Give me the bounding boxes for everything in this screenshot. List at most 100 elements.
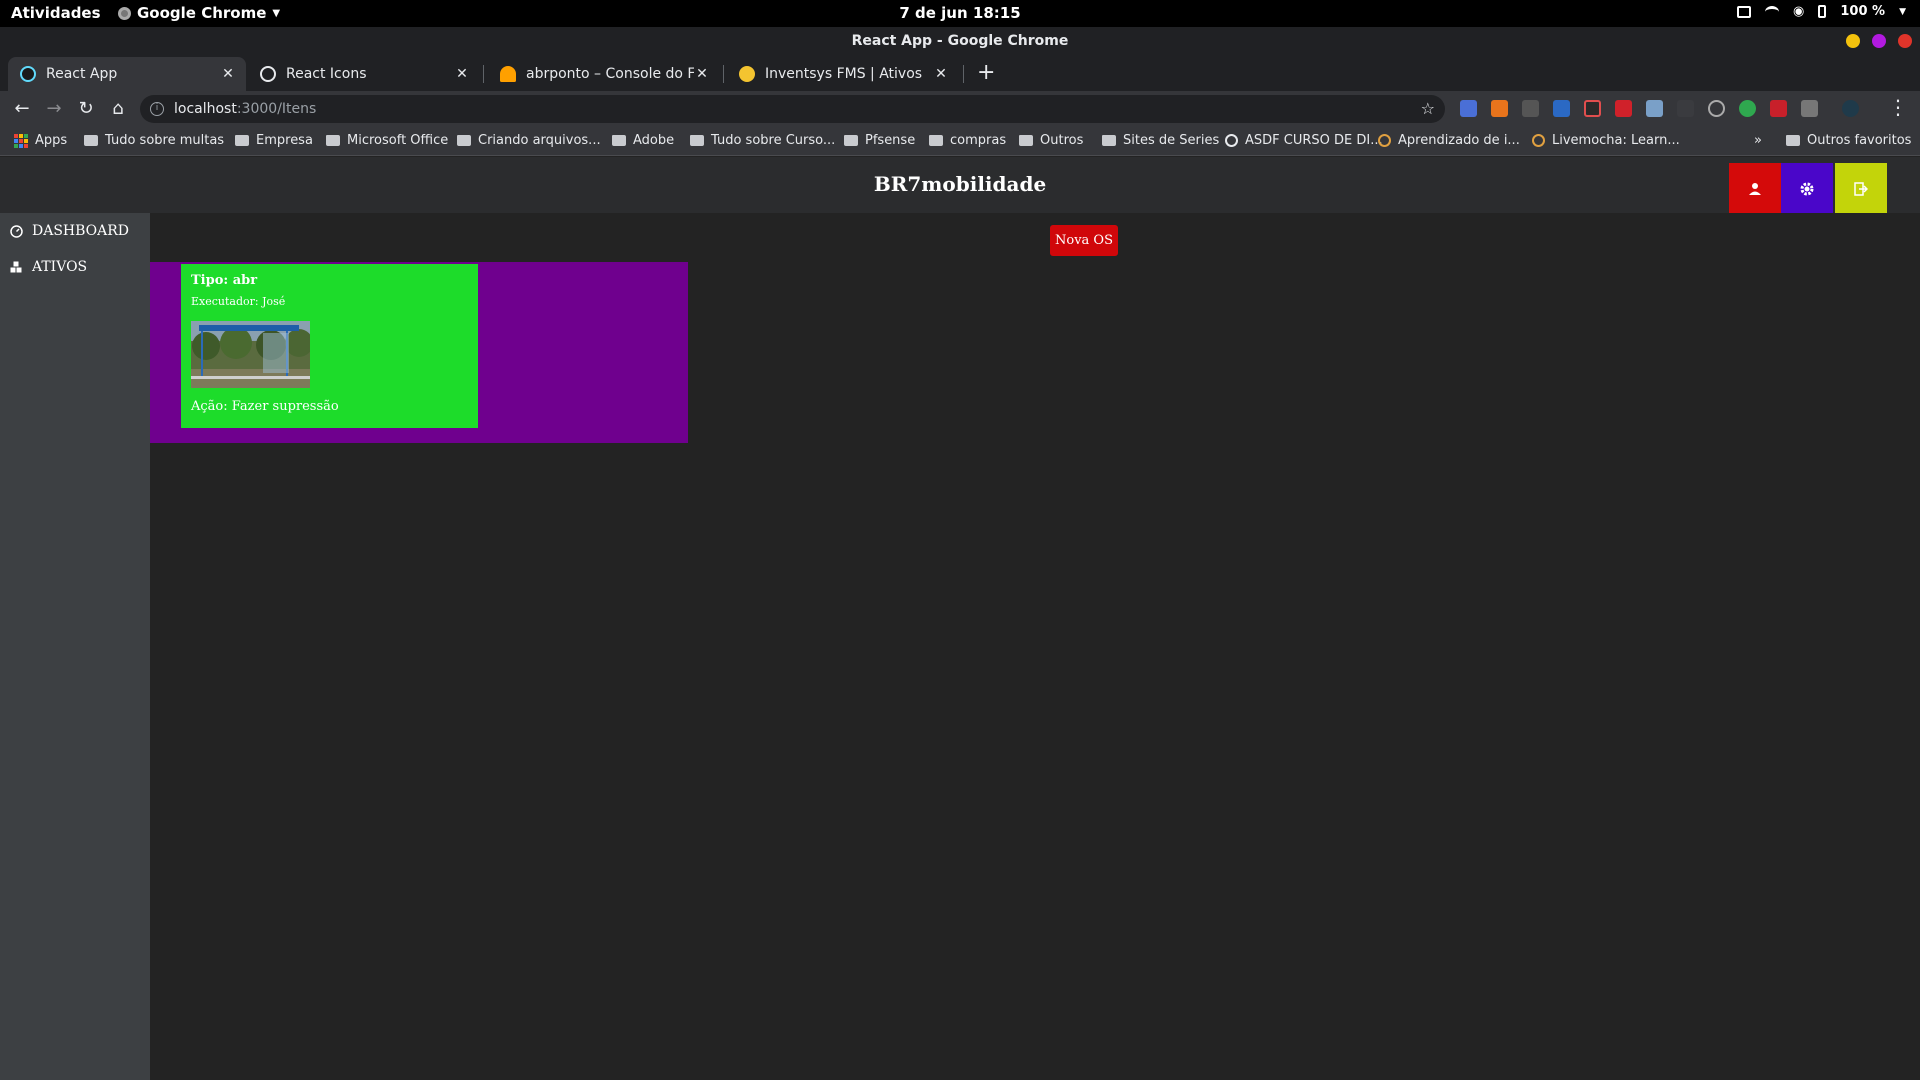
chevron-down-icon: ▼ [1899,6,1906,17]
sidebar: DASHBOARD ATIVOS [0,213,150,1080]
extension-icon[interactable] [1553,100,1570,117]
minimize-button[interactable] [1846,34,1860,48]
bookmark-link[interactable]: ASDF CURSO DE DI... [1225,133,1383,148]
app-menu-label: Google Chrome [137,4,267,22]
adblock-icon[interactable] [1615,100,1632,117]
bookmark-folder[interactable]: Microsoft Office [326,133,448,148]
folder-icon [326,135,340,146]
extension-icon[interactable] [1708,100,1725,117]
folder-icon [235,135,249,146]
info-icon[interactable]: i [150,102,164,116]
extension-icon[interactable] [1739,100,1756,117]
battery-level: 100 % [1840,4,1886,19]
bookmark-label: Sites de Series [1123,133,1220,148]
activities-button[interactable]: Atividades [11,4,101,22]
card-executor: Executador: José [191,295,286,308]
user-icon [1749,182,1761,195]
globe-icon [1225,134,1238,147]
bookmark-folder[interactable]: Empresa [235,133,313,148]
dashboard-icon [10,224,23,238]
folder-icon [612,135,626,146]
gear-icon [1800,182,1814,195]
tab-separator [723,65,724,83]
extension-icon[interactable] [1770,100,1787,117]
forward-button[interactable]: → [42,97,66,121]
extension-icon[interactable] [1584,100,1601,117]
close-window-button[interactable] [1898,34,1912,48]
new-tab-button[interactable]: + [977,60,995,86]
tab-react-icons[interactable]: React Icons ✕ [248,57,480,91]
download-extension-icon[interactable] [1491,100,1508,117]
chrome-menu-button[interactable]: ⋮ [1888,95,1908,119]
extension-icon[interactable] [1677,100,1694,117]
reload-button[interactable]: ↻ [74,97,98,121]
logout-button[interactable] [1835,163,1887,214]
tab-strip: React App ✕ React Icons ✕ abrponto – Con… [0,55,1920,91]
service-order-card[interactable]: Tipo: abr Executador: José Ação: Fazer s… [181,264,478,428]
extension-icons [1460,100,1859,117]
extension-icon[interactable] [1801,100,1818,117]
maximize-button[interactable] [1872,34,1886,48]
user-button[interactable] [1729,163,1781,214]
cubes-icon [10,261,22,272]
close-icon[interactable]: ✕ [933,66,949,82]
bookmark-label: Empresa [256,133,313,148]
battery-icon [1818,5,1827,18]
tab-react-app[interactable]: React App ✕ [8,57,246,91]
bookmark-folder[interactable]: Pfsense [844,133,915,148]
folder-icon [457,135,471,146]
bookmark-folder[interactable]: Criando arquivos... [457,133,601,148]
sidebar-item-label: DASHBOARD [32,223,130,239]
card-action: Ação: Fazer supressão [191,399,339,414]
bookmark-label: Aprendizado de i... [1398,133,1520,148]
bookmark-label: ASDF CURSO DE DI... [1245,133,1383,148]
bookmark-label: Pfsense [865,133,916,148]
bookmark-label: Tudo sobre multas [105,133,225,148]
new-os-button[interactable]: Nova OS [1050,225,1118,256]
bookmark-folder[interactable]: Outros [1019,133,1083,148]
close-icon[interactable]: ✕ [220,66,236,82]
bookmark-link[interactable]: Aprendizado de i... [1378,133,1520,148]
translate-extension-icon[interactable] [1460,100,1477,117]
react-icon [20,66,36,82]
tab-firebase-console[interactable]: abrponto – Console do Fireba ✕ [488,57,720,91]
globe-icon [260,66,276,82]
sign-out-icon [1854,181,1868,196]
tab-title: Inventsys FMS | Ativos [765,66,923,82]
sidebar-item-label: ATIVOS [32,259,88,275]
sidebar-item-dashboard[interactable]: DASHBOARD [10,223,129,239]
bookmark-star-icon[interactable]: ☆ [1421,95,1435,123]
extension-icon[interactable] [1646,100,1663,117]
bookmarks-overflow-button[interactable]: » [1754,133,1762,148]
app-menu[interactable]: Google Chrome ▼ [118,4,280,22]
other-bookmarks[interactable]: Outros favoritos [1786,133,1911,148]
app-header: BR7mobilidade [0,157,1920,214]
url-path: :3000/Itens [236,101,317,117]
bookmark-folder[interactable]: Tudo sobre multas [84,133,224,148]
profile-avatar[interactable] [1842,100,1859,117]
card-type: Tipo: abr [191,273,258,288]
clock[interactable]: 7 de jun 18:15 [899,4,1020,22]
bookmark-folder[interactable]: compras [929,133,1006,148]
back-button[interactable]: ← [10,97,34,121]
inventsys-icon [739,66,755,82]
address-bar[interactable]: i localhost:3000/Itens ☆ [140,95,1445,123]
bookmark-link[interactable]: Livemocha: Learn... [1532,133,1680,148]
tab-inventsys[interactable]: Inventsys FMS | Ativos ✕ [727,57,959,91]
extension-icon[interactable] [1522,100,1539,117]
sidebar-item-ativos[interactable]: ATIVOS [10,259,87,275]
system-tray[interactable]: ◉ 100 % ▼ [1737,4,1906,19]
folder-icon [929,135,943,146]
close-icon[interactable]: ✕ [454,66,470,82]
bookmark-folder[interactable]: Adobe [612,133,674,148]
apps-grid-icon [14,133,28,148]
settings-button[interactable] [1781,163,1833,214]
card-photo [191,321,310,388]
folder-icon [1019,135,1033,146]
bookmark-apps[interactable]: Apps [14,133,67,148]
home-button[interactable]: ⌂ [106,97,130,121]
bookmark-folder[interactable]: Tudo sobre Curso... [690,133,835,148]
close-icon[interactable]: ✕ [694,66,710,82]
bookmark-folder[interactable]: Sites de Series [1102,133,1219,148]
browser-toolbar: ← → ↻ ⌂ i localhost:3000/Itens ☆ ⋮ [0,91,1920,127]
